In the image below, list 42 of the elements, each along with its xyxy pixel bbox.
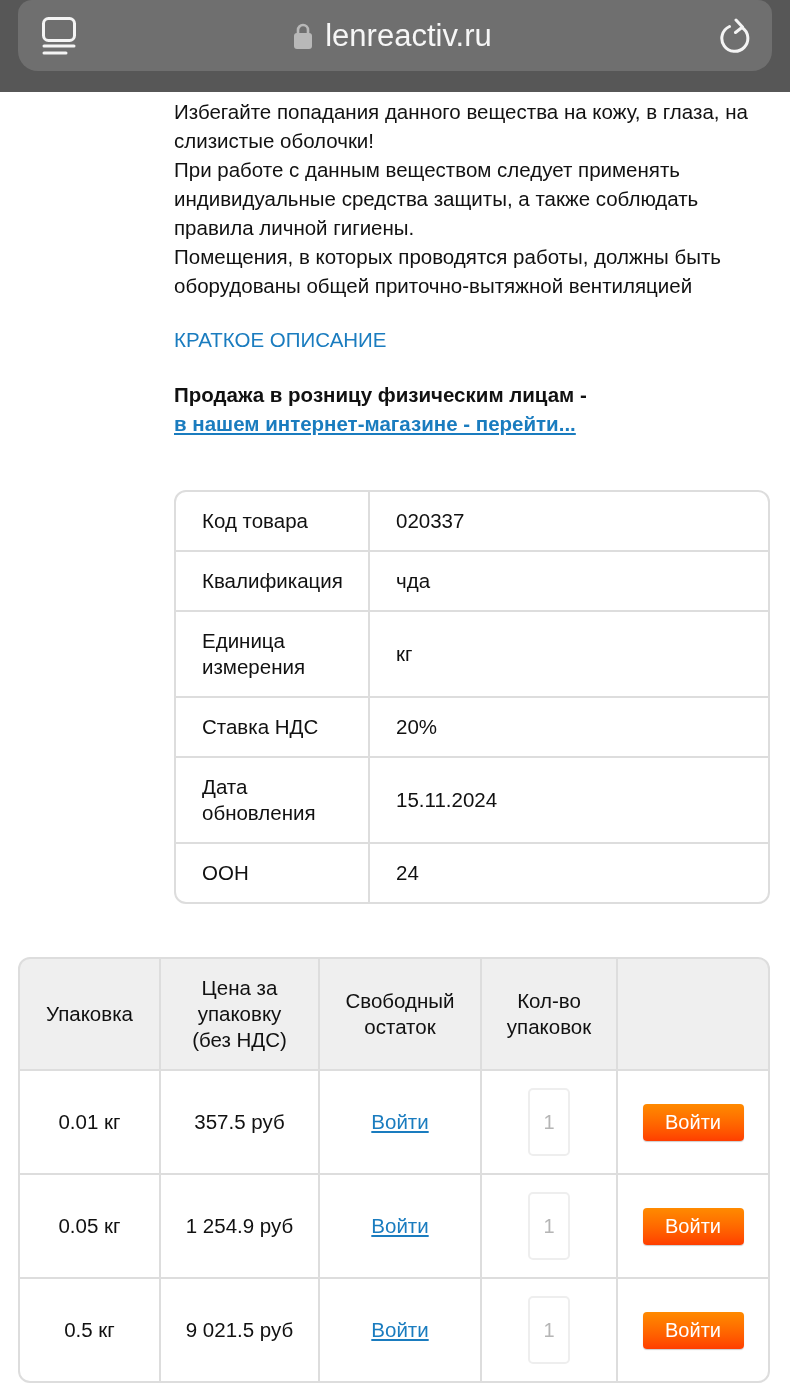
property-value: чда bbox=[370, 552, 768, 610]
table-cell: 9 021.5 руб bbox=[161, 1279, 318, 1381]
table-cell: 1 254.9 руб bbox=[161, 1175, 318, 1277]
section-link[interactable]: КРАТКОЕ ОПИСАНИЕ bbox=[174, 325, 387, 354]
property-value: 24 bbox=[370, 844, 768, 902]
property-label: Код товара bbox=[176, 492, 368, 550]
column-header: Упаковка bbox=[20, 959, 159, 1069]
quantity-field[interactable]: 1 bbox=[528, 1192, 570, 1260]
safety-paragraph: Помещения, в которых проводятся работы, должны быть оборудованы общей приточно-вытяжной вентиляцией bbox=[174, 244, 722, 299]
table-cell: 0.05 кг bbox=[20, 1175, 159, 1277]
column-header: Свободный остаток bbox=[320, 959, 480, 1069]
table-cell: 0.5 кг bbox=[20, 1279, 159, 1381]
stock-login-link[interactable]: Войти bbox=[371, 1109, 429, 1135]
safety-paragraph: Избегайте попадания данного вещества на кожу, в глаза, на слизистые оболочки! bbox=[174, 99, 749, 154]
tabs-icon[interactable] bbox=[42, 16, 76, 55]
lock-icon bbox=[294, 22, 313, 49]
order-button[interactable]: Войти bbox=[642, 1207, 744, 1245]
order-button[interactable]: Войти bbox=[642, 1103, 744, 1141]
url-text[interactable]: lenreactiv.ru bbox=[325, 17, 492, 54]
property-value: 20% bbox=[370, 698, 768, 756]
table-cell: 357.5 руб bbox=[161, 1071, 318, 1173]
property-value: 15.11.2024 bbox=[370, 758, 768, 842]
stock-login-link[interactable]: Войти bbox=[371, 1317, 429, 1343]
shop-link[interactable]: в нашем интернет-магазине - перейти... bbox=[174, 412, 576, 435]
retail-note: Продажа в розницу физическим лицам - в нашем интернет-магазине - перейти... bbox=[174, 382, 588, 437]
order-button[interactable]: Войти bbox=[642, 1311, 744, 1349]
column-header: Кол-во упаковок bbox=[482, 959, 616, 1069]
quantity-field[interactable]: 1 bbox=[528, 1088, 570, 1156]
stock-login-link[interactable]: Войти bbox=[371, 1213, 429, 1239]
property-label: Ставка НДС bbox=[176, 698, 368, 756]
property-value: кг bbox=[370, 612, 768, 696]
address-bar[interactable]: lenreactiv.ru bbox=[18, 0, 772, 71]
quantity-field[interactable]: 1 bbox=[528, 1296, 570, 1364]
property-label: Квалификация bbox=[176, 552, 368, 610]
property-label: Единица измерения bbox=[176, 612, 368, 696]
safety-paragraph: При работе с данным веществом следует применять индивидуальные средства защиты, а также соблюдать правила личной гигиены. bbox=[174, 157, 700, 241]
table-cell: 0.01 кг bbox=[20, 1071, 159, 1173]
reload-icon[interactable] bbox=[720, 17, 752, 54]
property-label: Дата обновления bbox=[176, 758, 368, 842]
property-value: 020337 bbox=[370, 492, 768, 550]
column-header: Цена за упаковку (без НДС) bbox=[161, 959, 318, 1069]
property-label: ООН bbox=[176, 844, 368, 902]
